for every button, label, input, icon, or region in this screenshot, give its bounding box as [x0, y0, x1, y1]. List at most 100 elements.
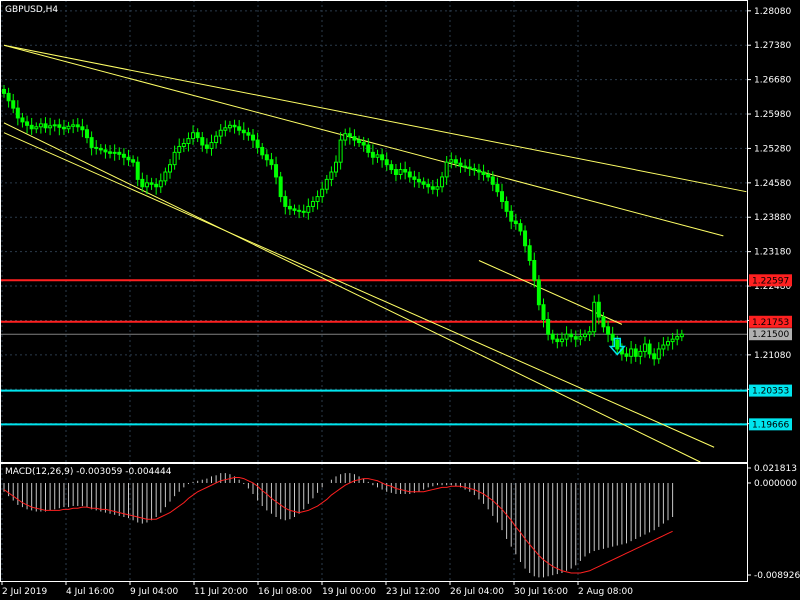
time-tick-label: 2 Aug 08:00: [578, 587, 633, 597]
candle-body: [6, 92, 11, 102]
candle-body: [80, 126, 85, 131]
candle-body: [297, 209, 302, 212]
chart-canvas[interactable]: 1.287801.280801.273801.266801.259801.252…: [0, 0, 800, 600]
candle-body: [334, 161, 338, 173]
candle-body: [587, 331, 592, 335]
candle-body: [292, 208, 297, 211]
candle-body: [57, 124, 62, 128]
candle-body: [670, 338, 675, 343]
candle-body: [550, 333, 555, 340]
candle-body: [246, 132, 251, 136]
macd-tick-label: 0.021813: [754, 464, 797, 474]
candle-body: [564, 333, 569, 340]
candle-body: [11, 100, 16, 109]
candle-body: [315, 196, 320, 203]
candle-body: [453, 159, 458, 164]
candle-body: [467, 166, 472, 170]
price-tick-label: 1.25980: [754, 110, 791, 120]
price-tick-label: 1.23180: [754, 248, 791, 258]
candle-body: [338, 139, 343, 163]
macd-tick-label: 0.000000: [754, 479, 797, 489]
candle-body: [158, 180, 163, 188]
candle-body: [131, 159, 136, 163]
candle-body: [117, 151, 122, 155]
candle-body: [278, 176, 283, 198]
candle-body: [509, 210, 514, 222]
candle-body: [163, 171, 168, 182]
candle-body: [264, 154, 269, 161]
time-tick-label: 16 Jul 08:00: [258, 587, 312, 597]
time-tick-label: 23 Jul 12:00: [386, 587, 440, 597]
candle-body: [269, 159, 274, 166]
candle-body: [642, 343, 647, 352]
candle-body: [435, 186, 440, 190]
candle-body: [656, 348, 661, 360]
price-level-label: 1.21753: [752, 318, 789, 328]
candle-body: [25, 121, 30, 126]
price-level-label: 1.22597: [752, 276, 789, 286]
candle-body: [472, 168, 477, 171]
candle-body: [624, 353, 629, 357]
candle-body: [52, 124, 57, 127]
candle-body: [310, 201, 315, 207]
candle-body: [241, 129, 246, 134]
time-tick-label: 2 Jul 2019: [2, 587, 47, 597]
candle-body: [458, 162, 463, 167]
candle-body: [232, 124, 237, 128]
price-tick-label: 1.21080: [754, 351, 791, 361]
candle-body: [255, 139, 260, 148]
candle-body: [2, 88, 6, 94]
candle-body: [218, 129, 223, 137]
candle-body: [661, 344, 666, 350]
candle-body: [38, 123, 43, 128]
candle-body: [172, 151, 177, 166]
candle-body: [666, 341, 670, 346]
candle-body: [61, 126, 66, 130]
candle-body: [463, 165, 468, 168]
candle-body: [260, 146, 265, 156]
candle-body: [29, 124, 34, 130]
candle-body: [490, 176, 495, 185]
candle-body: [200, 137, 205, 146]
candle-body: [94, 146, 99, 149]
candle-body: [596, 301, 601, 318]
candle-body: [71, 124, 76, 127]
time-tick-label: 19 Jul 00:00: [322, 587, 376, 597]
candle-body: [481, 171, 486, 175]
candle-body: [555, 338, 560, 343]
candle-body: [66, 125, 71, 130]
chart-title: GBPUSD,H4: [5, 5, 58, 15]
candle-body: [227, 124, 232, 129]
candle-body: [343, 133, 348, 141]
candle-body: [559, 338, 564, 343]
candle-body: [536, 279, 541, 306]
candle-body: [251, 134, 255, 141]
candle-body: [154, 183, 159, 188]
candle-body: [592, 301, 597, 333]
candle-body: [191, 132, 196, 140]
candle-body: [679, 333, 684, 338]
candle-body: [89, 137, 94, 148]
candle-body: [103, 149, 108, 153]
candle-body: [601, 316, 606, 328]
candle-body: [675, 336, 680, 340]
candle-body: [324, 178, 329, 190]
candle-body: [144, 182, 149, 188]
price-tick-label: 1.27380: [754, 41, 791, 51]
candle-body: [370, 151, 375, 158]
candle-body: [108, 151, 113, 154]
candle-body: [444, 161, 449, 178]
candle-body: [361, 142, 366, 146]
candle-body: [352, 136, 357, 141]
price-tick-label: 1.28080: [754, 7, 791, 17]
candle-body: [15, 107, 20, 119]
candle-body: [177, 145, 182, 153]
candle-body: [476, 169, 481, 173]
candle-body: [320, 188, 325, 198]
time-tick-label: 4 Jul 16:00: [66, 587, 115, 597]
candle-body: [513, 220, 518, 225]
candle-body: [407, 171, 412, 178]
candle-body: [140, 178, 145, 188]
candle-body: [504, 201, 509, 212]
candle-body: [417, 178, 421, 183]
